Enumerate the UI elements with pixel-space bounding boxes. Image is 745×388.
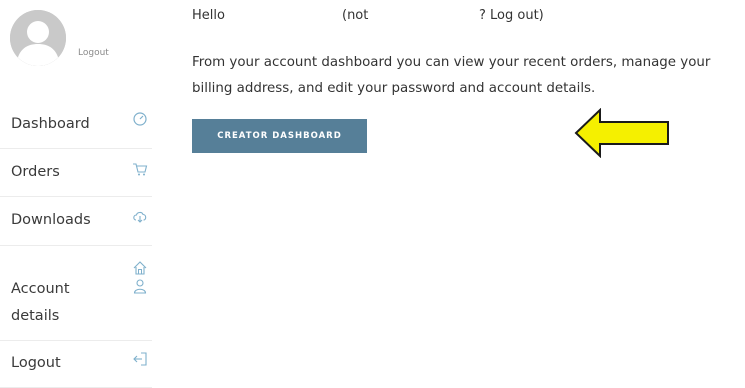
dashboard-gauge-icon [132, 111, 148, 127]
default-avatar-icon [10, 10, 66, 66]
greeting-hello: Hello [192, 8, 225, 23]
greeting-logout-link[interactable]: ? Log out) [479, 8, 544, 23]
dashboard-description: From your account dashboard you can view… [192, 55, 711, 96]
greeting-not: (not [342, 8, 369, 23]
nav-label-downloads: Downloads [11, 212, 91, 228]
nav-item-dashboard[interactable]: Dashboard [0, 100, 152, 149]
nav-label-account-details: Account details [11, 281, 70, 324]
left-arrow-annotation-icon [574, 108, 669, 158]
account-navigation: Dashboard Orders Downloads Account detai… [0, 100, 152, 388]
nav-label-logout: Logout [11, 355, 61, 371]
avatar [10, 10, 66, 66]
home-icon [132, 260, 148, 276]
nav-label-orders: Orders [11, 164, 60, 180]
cart-icon [132, 161, 148, 177]
nav-item-orders[interactable]: Orders [0, 149, 152, 197]
nav-item-downloads[interactable]: Downloads [0, 197, 152, 246]
logout-icon [132, 351, 148, 367]
nav-item-account-details[interactable]: Account details [0, 246, 152, 341]
cloud-download-icon [132, 208, 148, 224]
nav-label-dashboard: Dashboard [11, 116, 90, 132]
creator-dashboard-button[interactable]: CREATOR DASHBOARD [192, 119, 367, 153]
user-icon [132, 278, 148, 294]
avatar-logout-link[interactable]: Logout [78, 48, 109, 58]
nav-item-logout[interactable]: Logout [0, 341, 152, 388]
dashboard-content: Hello (not ? Log out) From your account … [192, 0, 745, 388]
account-sidebar: Logout Dashboard Orders Downloads Accoun… [0, 0, 160, 388]
